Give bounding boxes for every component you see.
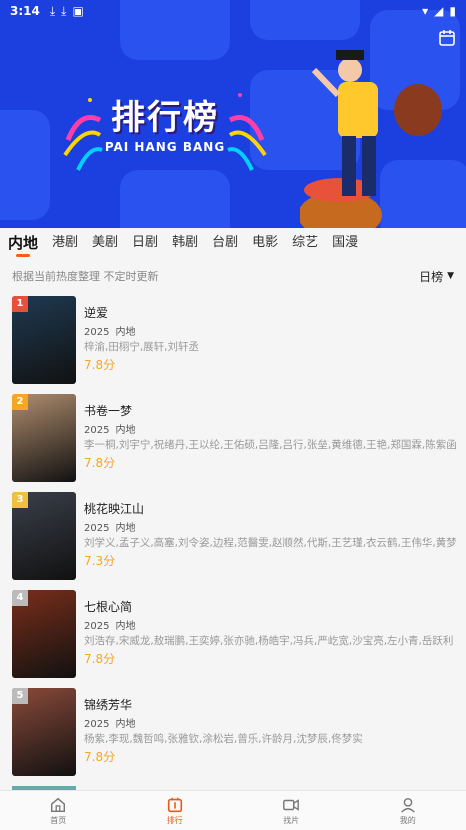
item-meta: 2025 内地 bbox=[84, 421, 456, 436]
poster-image[interactable]: 1 bbox=[12, 296, 76, 384]
hero-title: 排行榜 bbox=[111, 98, 219, 138]
item-region: 内地 bbox=[115, 523, 136, 534]
download-icon: ⤓ bbox=[61, 3, 67, 18]
dropdown-arrow-icon: ▼ bbox=[447, 271, 454, 281]
hero-subtitle: PAI HANG BANG bbox=[104, 140, 226, 154]
item-score: 7.8分 bbox=[84, 456, 116, 470]
item-year: 2025 bbox=[84, 425, 110, 436]
list-item[interactable]: 2 书卷一梦 2025 内地李一桐,刘宇宁,祝绪丹,王以纶,王佑硕,吕隆,吕行,张垒,… bbox=[0, 388, 466, 482]
update-note: 根据当前热度整理 不定时更新 bbox=[12, 270, 159, 283]
tab-7[interactable]: 综艺 bbox=[292, 228, 318, 260]
tab-0[interactable]: 内地 bbox=[8, 228, 38, 260]
ranking-icon bbox=[167, 797, 182, 812]
item-cast: 刘学义,孟子义,高塞,刘令姿,边程,范醫雯,赵顺然,代斯,王艺瑾,衣云鹤,王伟华… bbox=[84, 537, 456, 549]
item-cast: 刘浩存,宋威龙,敖瑞鹏,王奕婷,张亦驰,杨皓宇,冯兵,严屹宽,沙宝亮,左小青,岳… bbox=[84, 635, 454, 647]
nav-item-0[interactable]: 首页 bbox=[0, 791, 117, 830]
poster-image[interactable]: 3 bbox=[12, 492, 76, 580]
video-icon bbox=[283, 798, 300, 811]
battery-icon: ▮ bbox=[449, 4, 456, 18]
item-info: 锦绣芳华 2025 内地杨紫,李现,魏哲鸣,张雅钦,涂松岩,曾乐,许龄月,沈梦辰,佟… bbox=[84, 696, 456, 764]
bottom-nav: 首页 排行 找片 我的 bbox=[0, 790, 466, 830]
item-score: 7.3分 bbox=[84, 554, 116, 568]
item-title: 桃花映江山 bbox=[84, 502, 145, 516]
item-region: 内地 bbox=[115, 327, 136, 338]
list-header: 根据当前热度整理 不定时更新 日榜 ▼ bbox=[0, 262, 466, 290]
home-icon bbox=[51, 797, 66, 812]
list-item[interactable]: 5 锦绣芳华 2025 内地杨紫,李现,魏哲鸣,张雅钦,涂松岩,曾乐,许龄月,沈梦辰,… bbox=[0, 682, 466, 776]
item-score: 7.8分 bbox=[84, 652, 116, 666]
item-title: 书卷一梦 bbox=[84, 404, 133, 418]
shopper-illustration bbox=[300, 50, 442, 228]
tab-8[interactable]: 国漫 bbox=[332, 228, 358, 260]
hero-banner: 3:14 ⤓ ⤓ ▣ ▾ ◢ ▮ 排行榜 PAI HANG BANG bbox=[0, 0, 466, 228]
wifi-icon: ▾ bbox=[422, 4, 429, 18]
rank-badge: 1 bbox=[12, 296, 28, 312]
rank-badge: 3 bbox=[12, 492, 28, 508]
user-icon bbox=[400, 797, 415, 813]
poster-image[interactable]: 4 bbox=[12, 590, 76, 678]
nav-item-2[interactable]: 找片 bbox=[233, 791, 350, 830]
tab-6[interactable]: 电影 bbox=[252, 228, 278, 260]
signal-icon: ◢ bbox=[434, 4, 444, 18]
nav-label: 找片 bbox=[283, 815, 300, 825]
item-score: 7.8分 bbox=[84, 358, 116, 372]
item-year: 2025 bbox=[84, 621, 110, 632]
item-title: 逆爱 bbox=[84, 306, 109, 320]
item-meta: 2025 内地 bbox=[84, 617, 456, 632]
status-time: 3:14 bbox=[10, 4, 40, 18]
nav-label: 首页 bbox=[50, 815, 67, 825]
tab-4[interactable]: 韩剧 bbox=[172, 228, 198, 260]
tab-2[interactable]: 美剧 bbox=[92, 228, 118, 260]
download-icon: ⤓ bbox=[49, 3, 56, 18]
item-cast: 梓渝,田栩宁,展轩,刘轩丞 bbox=[84, 341, 200, 353]
rank-period-label: 日榜 bbox=[419, 269, 444, 284]
item-meta: 2025 内地 bbox=[84, 519, 456, 534]
calendar-icon[interactable] bbox=[437, 28, 457, 48]
item-region: 内地 bbox=[115, 425, 136, 436]
rank-badge: 2 bbox=[12, 394, 28, 410]
item-region: 内地 bbox=[115, 719, 136, 730]
item-title: 七根心简 bbox=[84, 600, 133, 614]
tab-5[interactable]: 台剧 bbox=[212, 228, 238, 260]
item-region: 内地 bbox=[115, 621, 136, 632]
tab-3[interactable]: 日剧 bbox=[132, 228, 158, 260]
item-cast: 杨紫,李现,魏哲鸣,张雅钦,涂松岩,曾乐,许龄月,沈梦辰,佟梦实 bbox=[84, 733, 363, 745]
item-cast: 李一桐,刘宇宁,祝绪丹,王以纶,王佑硕,吕隆,吕行,张垒,黄维德,王艳,郑国霖,… bbox=[84, 439, 456, 451]
item-info: 桃花映江山 2025 内地刘学义,孟子义,高塞,刘令姿,边程,范醫雯,赵顺然,代斯,… bbox=[84, 500, 456, 568]
status-bar: 3:14 ⤓ ⤓ ▣ ▾ ◢ ▮ bbox=[0, 0, 466, 22]
category-tabs: 内地 港剧 美剧 日剧 韩剧 台剧 电影 综艺 国漫 bbox=[0, 228, 466, 260]
tab-1[interactable]: 港剧 bbox=[52, 228, 78, 260]
list-item[interactable]: 4 七根心简 2025 内地刘浩存,宋威龙,敖瑞鹏,王奕婷,张亦驰,杨皓宇,冯兵,严屹… bbox=[0, 584, 466, 678]
item-info: 书卷一梦 2025 内地李一桐,刘宇宁,祝绪丹,王以纶,王佑硕,吕隆,吕行,张垒,黄… bbox=[84, 402, 456, 470]
item-score: 7.8分 bbox=[84, 750, 116, 764]
hero-title-logo: 排行榜 PAI HANG BANG bbox=[60, 80, 270, 180]
rank-badge: 4 bbox=[12, 590, 28, 606]
rank-badge: 5 bbox=[12, 688, 28, 704]
nav-item-3[interactable]: 我的 bbox=[350, 791, 466, 830]
nav-label: 我的 bbox=[399, 815, 416, 825]
list-item[interactable]: 3 桃花映江山 2025 内地刘学义,孟子义,高塞,刘令姿,边程,范醫雯,赵顺然,代斯… bbox=[0, 486, 466, 580]
notification-icon: ▣ bbox=[72, 4, 84, 18]
item-year: 2025 bbox=[84, 523, 110, 534]
list-item[interactable]: 1 逆爱 2025 内地梓渝,田栩宁,展轩,刘轩丞 7.8分 bbox=[0, 290, 466, 384]
item-info: 逆爱 2025 内地梓渝,田栩宁,展轩,刘轩丞 7.8分 bbox=[84, 304, 456, 372]
item-meta: 2025 内地 bbox=[84, 323, 456, 338]
item-title: 锦绣芳华 bbox=[84, 698, 133, 712]
rank-period-select[interactable]: 日榜 ▼ bbox=[419, 268, 454, 285]
item-meta: 2025 内地 bbox=[84, 715, 456, 730]
item-info: 七根心简 2025 内地刘浩存,宋威龙,敖瑞鹏,王奕婷,张亦驰,杨皓宇,冯兵,严屹宽… bbox=[84, 598, 456, 666]
poster-image[interactable]: 2 bbox=[12, 394, 76, 482]
nav-item-1[interactable]: 排行 bbox=[117, 791, 234, 830]
item-year: 2025 bbox=[84, 719, 110, 730]
poster-image[interactable]: 5 bbox=[12, 688, 76, 776]
item-year: 2025 bbox=[84, 327, 110, 338]
nav-label: 排行 bbox=[166, 815, 183, 825]
